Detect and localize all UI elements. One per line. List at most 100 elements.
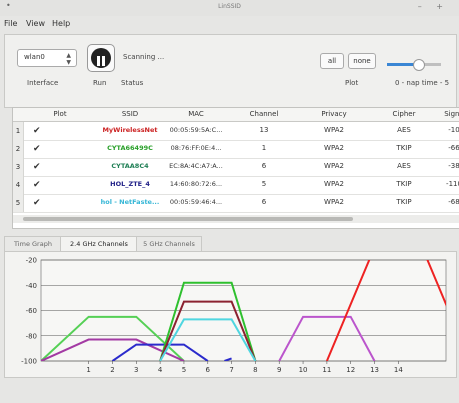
network-table: Plot SSID MAC Channel Privacy Cipher Sig… bbox=[12, 107, 459, 229]
column-header-channel[interactable]: Channel bbox=[229, 108, 300, 122]
nap-time-slider-knob[interactable] bbox=[413, 59, 425, 71]
cell-channel: 1 bbox=[261, 144, 267, 152]
cell-cipher: TKIP bbox=[396, 198, 412, 206]
x-tick-label: 13 bbox=[370, 366, 379, 374]
cell-signal: -38 bbox=[448, 162, 459, 170]
title-bar: • LinSSID – + bbox=[0, 0, 459, 16]
cell-ssid: hol - NetFaste... bbox=[100, 198, 160, 206]
cell-signal: -110 bbox=[446, 180, 459, 188]
plot-checkbox[interactable]: ✔ bbox=[33, 162, 41, 172]
interface-select[interactable]: wlan0 ▲ ▼ bbox=[17, 49, 77, 67]
status-caption: Status bbox=[121, 79, 144, 87]
toolbar-panel: wlan0 ▲ ▼ Scanning ... Interface Run Stat… bbox=[4, 34, 457, 108]
row-number: 4 bbox=[13, 176, 24, 194]
x-tick-label: 5 bbox=[182, 366, 186, 374]
menu-bar: File View Help bbox=[0, 18, 459, 32]
column-header-plot[interactable]: Plot bbox=[23, 108, 98, 122]
cell-mac: 00:05:59:46:4... bbox=[169, 198, 223, 206]
column-header-signal[interactable]: Signa bbox=[439, 108, 459, 122]
cell-cipher: TKIP bbox=[396, 144, 412, 152]
x-tick-label: 8 bbox=[253, 366, 257, 374]
interface-caption: Interface bbox=[27, 79, 59, 87]
cell-mac: EC:8A:4C:A7:A... bbox=[169, 162, 223, 170]
x-tick-label: 7 bbox=[229, 366, 233, 374]
tab-2-4ghz-channels[interactable]: 2.4 GHz Channels bbox=[60, 236, 138, 252]
row-number: 1 bbox=[13, 122, 24, 140]
cell-privacy: WPA2 bbox=[324, 144, 344, 152]
table-row[interactable]: 5 ✔ hol - NetFaste... 00:05:59:46:4... 6 WPA2… bbox=[13, 194, 459, 213]
interface-value: wlan0 bbox=[24, 53, 45, 61]
window-controls[interactable]: – + bbox=[418, 2, 449, 11]
x-tick-label: 2 bbox=[110, 366, 114, 374]
row-number: 2 bbox=[13, 140, 24, 158]
plot-checkbox[interactable]: ✔ bbox=[33, 126, 41, 136]
plot-checkbox[interactable]: ✔ bbox=[33, 198, 41, 208]
cell-channel: 5 bbox=[261, 180, 267, 188]
run-caption: Run bbox=[93, 79, 107, 87]
tab-5ghz-channels[interactable]: 5 GHz Channels bbox=[136, 236, 202, 252]
cell-ssid: CYTAA8C4 bbox=[111, 162, 149, 170]
cell-signal: -68 bbox=[448, 198, 459, 206]
run-pause-button[interactable] bbox=[87, 44, 115, 72]
x-tick-label: 1 bbox=[86, 366, 90, 374]
plot-none-button[interactable]: none bbox=[348, 53, 376, 69]
y-tick-label: -40 bbox=[26, 282, 37, 290]
cell-cipher: AES bbox=[397, 126, 411, 134]
column-header-ssid[interactable]: SSID bbox=[97, 108, 164, 122]
cell-privacy: WPA2 bbox=[324, 126, 344, 134]
spin-arrows-icon: ▲ ▼ bbox=[66, 52, 71, 66]
cell-signal: -66 bbox=[448, 144, 459, 152]
y-tick-label: -60 bbox=[26, 307, 37, 315]
cell-ssid: MyWirelessNet bbox=[102, 126, 158, 134]
x-tick-label: 4 bbox=[158, 366, 163, 374]
x-tick-label: 10 bbox=[299, 366, 308, 374]
x-tick-label: 12 bbox=[346, 366, 355, 374]
channel-graph-panel: -20 -40 -60 -80 -100 1 2 3 4 5 6 7 8 9 10 11 12 13 14 bbox=[4, 251, 457, 378]
tab-time-graph[interactable]: Time Graph bbox=[4, 236, 62, 252]
y-tick-label: -20 bbox=[26, 257, 37, 265]
x-tick-label: 11 bbox=[322, 366, 331, 374]
cell-cipher: TKIP bbox=[396, 180, 412, 188]
plot-caption: Plot bbox=[345, 79, 359, 87]
column-header-cipher[interactable]: Cipher bbox=[369, 108, 440, 122]
table-row[interactable]: 4 ✔ HOL_ZTE_4 14:60:80:72:6... 5 WPA2 TKIP -110 bbox=[13, 176, 459, 195]
cell-channel: 6 bbox=[261, 198, 267, 206]
cell-cipher: AES bbox=[397, 162, 411, 170]
cell-mac: 08:76:FF:0E:4... bbox=[170, 144, 222, 152]
cell-privacy: WPA2 bbox=[324, 162, 344, 170]
table-row[interactable]: 2 ✔ CYTA66499C 08:76:FF:0E:4... 1 WPA2 TKIP -66 bbox=[13, 140, 459, 159]
cell-channel: 6 bbox=[261, 162, 267, 170]
column-header-privacy[interactable]: Privacy bbox=[299, 108, 370, 122]
x-tick-label: 14 bbox=[394, 366, 403, 374]
cell-ssid: CYTA66499C bbox=[107, 144, 153, 152]
table-row[interactable]: 1 ✔ MyWirelessNet 00:05:59:5A:C... 13 WPA2 AES… bbox=[13, 122, 459, 141]
x-tick-label: 3 bbox=[134, 366, 138, 374]
x-tick-label: 6 bbox=[206, 366, 211, 374]
status-text: Scanning ... bbox=[123, 53, 165, 61]
nap-time-caption: 0 - nap time - 5 bbox=[395, 79, 450, 87]
window-title: LinSSID bbox=[218, 3, 241, 10]
table-row[interactable]: 3 ✔ CYTAA8C4 EC:8A:4C:A7:A... 6 WPA2 AES -38 bbox=[13, 158, 459, 177]
cell-mac: 00:05:59:5A:C... bbox=[169, 126, 223, 134]
y-tick-label: -80 bbox=[26, 332, 37, 340]
x-tick-label: 9 bbox=[277, 366, 281, 374]
menu-view[interactable]: View bbox=[26, 19, 45, 28]
channel-chart: -20-40-60-80-1001 2 3 4 5 6 7 8 9 10 11 12 13 14 bbox=[21, 257, 447, 374]
plot-checkbox[interactable]: ✔ bbox=[33, 144, 41, 154]
menu-file[interactable]: File bbox=[4, 19, 17, 28]
cell-channel: 13 bbox=[259, 126, 269, 134]
row-number: 5 bbox=[13, 194, 24, 212]
cell-signal: -10 bbox=[448, 126, 459, 134]
row-number: 3 bbox=[13, 158, 24, 176]
scrollbar-thumb[interactable] bbox=[23, 217, 353, 221]
cell-privacy: WPA2 bbox=[324, 180, 344, 188]
pause-icon bbox=[91, 48, 111, 68]
plot-checkbox[interactable]: ✔ bbox=[33, 180, 41, 190]
plot-all-button[interactable]: all bbox=[320, 53, 344, 69]
cell-privacy: WPA2 bbox=[324, 198, 344, 206]
y-tick-label: -100 bbox=[21, 358, 37, 366]
column-header-mac[interactable]: MAC bbox=[163, 108, 230, 122]
cell-mac: 14:60:80:72:6... bbox=[169, 180, 223, 188]
menu-help[interactable]: Help bbox=[52, 19, 70, 28]
cell-ssid: HOL_ZTE_4 bbox=[110, 180, 150, 188]
